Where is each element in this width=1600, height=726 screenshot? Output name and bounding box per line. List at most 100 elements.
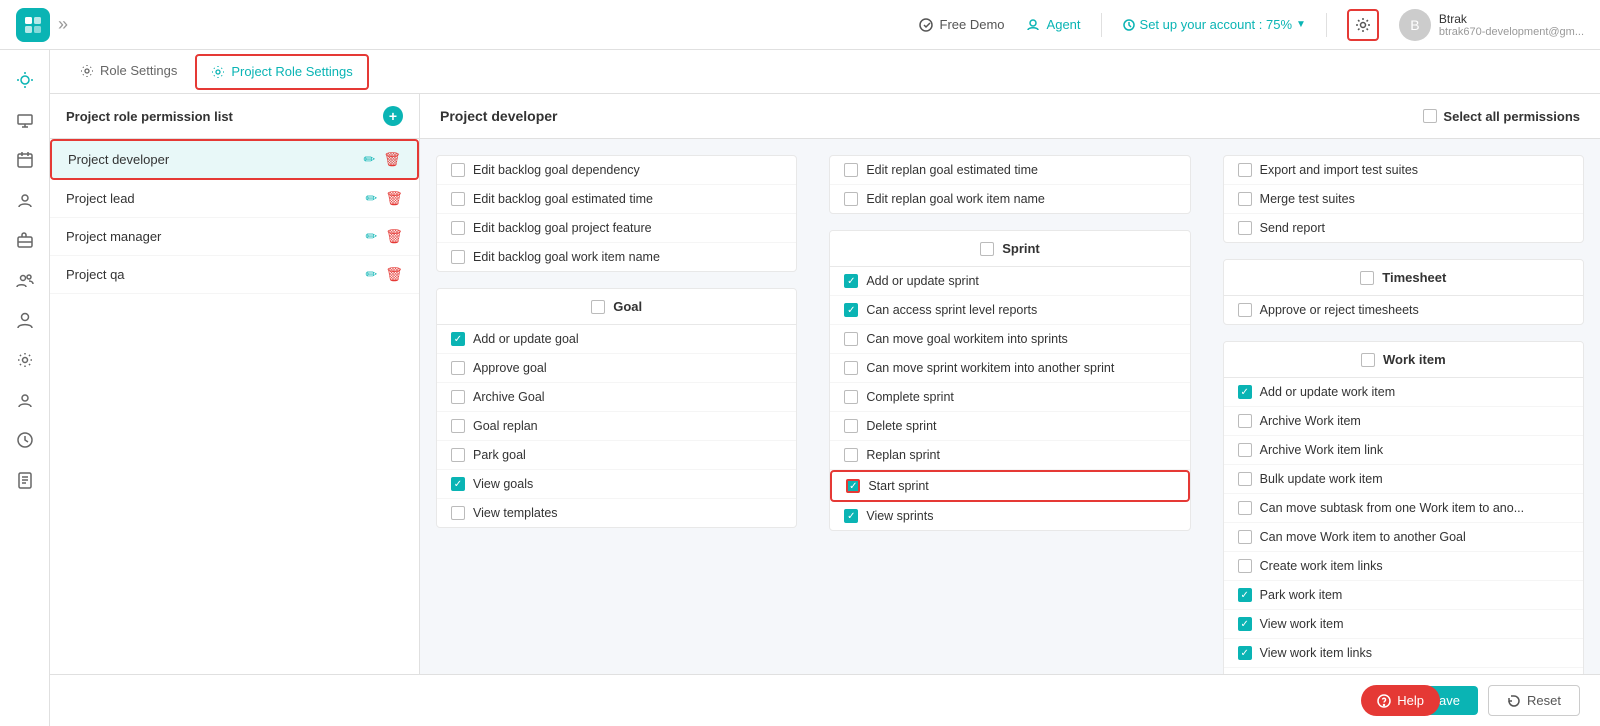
checkbox-approve-reject-timesheets[interactable] <box>1238 303 1252 317</box>
checkbox-archive-work-item-link[interactable] <box>1238 443 1252 457</box>
checkbox-goal-replan[interactable] <box>451 419 465 433</box>
perm-approve-goal: Approve goal <box>437 354 796 383</box>
tab-project-role-settings[interactable]: Project Role Settings <box>195 54 368 90</box>
goal-section-checkbox[interactable] <box>591 300 605 314</box>
checkbox-move-subtask[interactable] <box>1238 501 1252 515</box>
sidebar-item-briefcase[interactable] <box>7 222 43 258</box>
checkbox-edit-backlog-work-item[interactable] <box>451 250 465 264</box>
perm-view-sprints: View sprints <box>830 502 1189 530</box>
checkbox-archive-work-item[interactable] <box>1238 414 1252 428</box>
checkbox-edit-backlog-dependency[interactable] <box>451 163 465 177</box>
timesheet-section-header: Timesheet <box>1224 260 1583 296</box>
perm-park-work-item: Park work item <box>1224 581 1583 610</box>
select-all-checkbox[interactable] <box>1423 109 1437 123</box>
role-panel-header: Project role permission list + <box>50 94 419 139</box>
role-item-developer[interactable]: Project developer ✏ 🗑 <box>50 139 419 180</box>
checkbox-create-work-item-links[interactable] <box>1238 559 1252 573</box>
checkbox-park-work-item[interactable] <box>1238 588 1252 602</box>
checkbox-approve-goal[interactable] <box>451 361 465 375</box>
checkbox-view-templates[interactable] <box>451 506 465 520</box>
checkbox-move-goal-workitem[interactable] <box>844 332 858 346</box>
delete-qa-button[interactable]: 🗑 <box>385 266 403 283</box>
checkbox-replan-sprint[interactable] <box>844 448 858 462</box>
role-item-qa[interactable]: Project qa ✏ 🗑 <box>50 256 419 294</box>
help-button[interactable]: Help <box>1361 685 1440 716</box>
timesheet-section-checkbox[interactable] <box>1360 271 1374 285</box>
perm-add-update-goal: Add or update goal <box>437 325 796 354</box>
checkbox-export-import-test[interactable] <box>1238 163 1252 177</box>
checkbox-edit-replan-estimated[interactable] <box>844 163 858 177</box>
sidebar-item-tv[interactable] <box>7 102 43 138</box>
app-logo[interactable] <box>16 8 50 42</box>
sidebar-item-calendar[interactable] <box>7 142 43 178</box>
tabs-bar: Role Settings Project Role Settings <box>50 50 1600 94</box>
perm-complete-sprint: Complete sprint <box>830 383 1189 412</box>
sidebar-item-user[interactable] <box>7 182 43 218</box>
delete-lead-button[interactable]: 🗑 <box>385 190 403 207</box>
role-item-developer-actions: ✏ 🗑 <box>363 151 401 168</box>
free-demo-button[interactable]: Free Demo <box>918 17 1005 33</box>
perm-edit-backlog-feature: Edit backlog goal project feature <box>437 214 796 243</box>
role-item-lead[interactable]: Project lead ✏ 🗑 <box>50 180 419 218</box>
checkbox-complete-sprint[interactable] <box>844 390 858 404</box>
checkbox-delete-sprint[interactable] <box>844 419 858 433</box>
sprint-section: Sprint Add or update sprint Can access s… <box>829 230 1190 531</box>
sidebar-item-home[interactable] <box>7 62 43 98</box>
goal-section-header: Goal <box>437 289 796 325</box>
work-item-section-checkbox[interactable] <box>1361 353 1375 367</box>
main-area: Role Settings Project Role Settings Proj… <box>50 50 1600 726</box>
checkbox-view-sprints[interactable] <box>844 509 858 523</box>
perm-edit-backlog-estimated: Edit backlog goal estimated time <box>437 185 796 214</box>
checkbox-bulk-update-work-item[interactable] <box>1238 472 1252 486</box>
role-item-lead-actions: ✏ 🗑 <box>365 190 403 207</box>
delete-manager-button[interactable]: 🗑 <box>385 228 403 245</box>
sprint-section-checkbox[interactable] <box>980 242 994 256</box>
sidebar-collapse-icon[interactable]: » <box>58 14 68 35</box>
setup-account-button[interactable]: Set up your account : 75% ▼ <box>1122 17 1306 32</box>
delete-developer-button[interactable]: 🗑 <box>383 151 401 168</box>
tab-role-settings[interactable]: Role Settings <box>66 50 191 94</box>
role-item-qa-actions: ✏ 🗑 <box>365 266 403 283</box>
edit-manager-button[interactable]: ✏ <box>365 228 377 245</box>
topbar-left: » <box>16 8 68 42</box>
perm-edit-backlog-work-item: Edit backlog goal work item name <box>437 243 796 271</box>
edit-lead-button[interactable]: ✏ <box>365 190 377 207</box>
perm-merge-test-suites: Merge test suites <box>1224 185 1583 214</box>
perm-send-report: Send report <box>1224 214 1583 242</box>
checkbox-add-update-goal[interactable] <box>451 332 465 346</box>
edit-qa-button[interactable]: ✏ <box>365 266 377 283</box>
checkbox-archive-goal[interactable] <box>451 390 465 404</box>
checkbox-add-update-work-item[interactable] <box>1238 385 1252 399</box>
settings-gear-button[interactable] <box>1347 9 1379 41</box>
checkbox-start-sprint[interactable] <box>846 479 860 493</box>
perm-move-sprint-workitem: Can move sprint workitem into another sp… <box>830 354 1189 383</box>
checkbox-view-work-item[interactable] <box>1238 617 1252 631</box>
select-all-container: Select all permissions <box>1423 109 1580 124</box>
checkbox-add-update-sprint[interactable] <box>844 274 858 288</box>
sidebar-item-clock[interactable] <box>7 422 43 458</box>
replan-section: Edit replan goal estimated time Edit rep… <box>829 155 1190 214</box>
sidebar-item-team[interactable] <box>7 262 43 298</box>
checkbox-merge-test-suites[interactable] <box>1238 192 1252 206</box>
checkbox-edit-backlog-estimated[interactable] <box>451 192 465 206</box>
sidebar-item-person2[interactable] <box>7 382 43 418</box>
reset-button[interactable]: Reset <box>1488 685 1580 716</box>
checkbox-view-goals[interactable] <box>451 477 465 491</box>
checkbox-edit-replan-work-item[interactable] <box>844 192 858 206</box>
edit-developer-button[interactable]: ✏ <box>363 151 375 168</box>
checkbox-move-sprint-workitem[interactable] <box>844 361 858 375</box>
checkbox-send-report[interactable] <box>1238 221 1252 235</box>
sidebar-item-settings[interactable] <box>7 342 43 378</box>
sidebar-item-person[interactable] <box>7 302 43 338</box>
checkbox-view-work-item-links[interactable] <box>1238 646 1252 660</box>
agent-button[interactable]: Agent <box>1025 17 1081 33</box>
checkbox-move-work-item-to-goal[interactable] <box>1238 530 1252 544</box>
add-role-button[interactable]: + <box>383 106 403 126</box>
checkbox-edit-backlog-feature[interactable] <box>451 221 465 235</box>
sidebar-item-report[interactable] <box>7 462 43 498</box>
user-menu-button[interactable]: B Btrak btrak670-development@gm... <box>1399 9 1584 41</box>
checkbox-park-goal[interactable] <box>451 448 465 462</box>
role-item-manager[interactable]: Project manager ✏ 🗑 <box>50 218 419 256</box>
checkbox-access-sprint-reports[interactable] <box>844 303 858 317</box>
permissions-grid: Edit backlog goal dependency Edit backlo… <box>420 139 1600 676</box>
